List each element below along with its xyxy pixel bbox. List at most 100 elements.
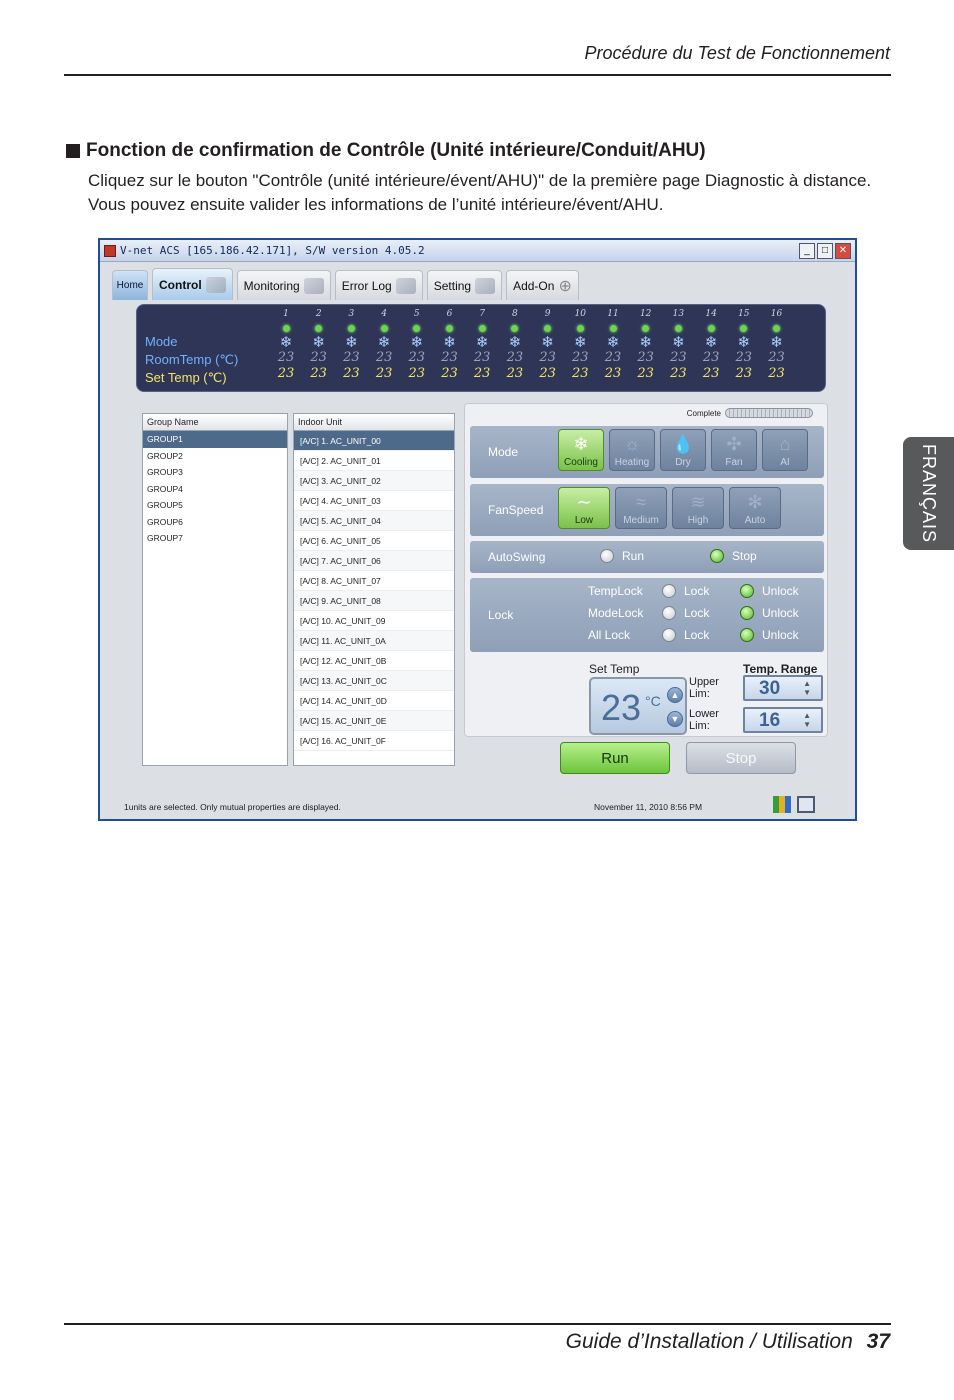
autoswing-run-radio[interactable]: [600, 549, 614, 563]
indoor-unit-item[interactable]: [A/C] 7. AC_UNIT_06: [294, 551, 454, 571]
tab-monitoring[interactable]: Monitoring: [236, 270, 331, 300]
lower-lim-spinner-icon[interactable]: ▲ ▼: [803, 711, 811, 729]
fanspeed-button-label: Low: [574, 515, 594, 526]
indoor-unit-item[interactable]: [A/C] 2. AC_UNIT_01: [294, 451, 454, 471]
indoor-unit-item[interactable]: [A/C] 9. AC_UNIT_08: [294, 591, 454, 611]
indoor-unit-item[interactable]: [A/C] 6. AC_UNIT_05: [294, 531, 454, 551]
indoor-unit-item[interactable]: [A/C] 16. AC_UNIT_0F: [294, 731, 454, 751]
lock-option[interactable]: Lock: [662, 628, 709, 642]
indoor-unit-item[interactable]: [A/C] 3. AC_UNIT_02: [294, 471, 454, 491]
lock-radio[interactable]: [662, 628, 676, 642]
minimize-button[interactable]: _: [799, 242, 815, 259]
unit-number: 13: [672, 309, 685, 319]
network-icon[interactable]: [797, 796, 815, 813]
indoor-unit-item[interactable]: [A/C] 14. AC_UNIT_0D: [294, 691, 454, 711]
grid-status-icon[interactable]: [773, 796, 791, 813]
indoor-unit-item[interactable]: [A/C] 12. AC_UNIT_0B: [294, 651, 454, 671]
mode-button-label: Fan: [725, 457, 743, 468]
language-tab: FRANÇAIS: [903, 437, 954, 550]
unit-number: 12: [639, 309, 652, 319]
unit-list-items: [A/C] 1. AC_UNIT_00 [A/C] 2. AC_UNIT_01 [A…: [294, 431, 454, 751]
tab-home[interactable]: Home: [112, 270, 148, 300]
tab-setting[interactable]: Setting: [426, 270, 503, 300]
running-head: Procédure du Test de Fonctionnement: [584, 43, 890, 63]
unit-room-temp: 23: [441, 350, 458, 365]
unit-status-led-icon: [740, 325, 748, 332]
group-list-item[interactable]: GROUP1: [143, 431, 287, 448]
indoor-unit-item[interactable]: [A/C] 1. AC_UNIT_00: [294, 431, 454, 451]
group-list-item[interactable]: GROUP6: [143, 514, 287, 531]
mode-button-cooling[interactable]: ❄ Cooling: [558, 429, 604, 471]
unlock-option[interactable]: Unlock: [740, 606, 799, 620]
unit-set-temp: 23: [375, 366, 393, 381]
autoswing-stop-option[interactable]: Stop: [710, 549, 757, 563]
error-log-tab-icon: [395, 277, 416, 294]
tab-add-on[interactable]: Add-On ⊕: [506, 270, 579, 300]
maximize-button[interactable]: □: [817, 242, 833, 259]
unlock-option[interactable]: Unlock: [740, 584, 799, 598]
monitoring-tab-icon: [303, 277, 324, 294]
section-title: Fonction de confirmation de Contrôle (Un…: [66, 140, 706, 162]
indoor-unit-item[interactable]: [A/C] 10. AC_UNIT_09: [294, 611, 454, 631]
app-window: V-net ACS [165.186.42.171], S/W version …: [98, 238, 857, 821]
unit-room-temp: 23: [572, 350, 589, 365]
unit-status-column: 15 ❄ 23 23: [729, 309, 759, 382]
fanspeed-button-low[interactable]: ∼ Low: [558, 487, 610, 529]
unit-status-column: 13 ❄ 23 23: [663, 309, 693, 382]
mode-cooling-icon: ❄: [573, 434, 589, 454]
indoor-unit-item[interactable]: [A/C] 13. AC_UNIT_0C: [294, 671, 454, 691]
indoor-unit-item[interactable]: [A/C] 11. AC_UNIT_0A: [294, 631, 454, 651]
lock-radio[interactable]: [662, 606, 676, 620]
autoswing-run-option[interactable]: Run: [600, 549, 644, 563]
unit-room-temp: 23: [277, 350, 295, 365]
group-list-item[interactable]: GROUP3: [143, 464, 287, 481]
indoor-unit-item[interactable]: [A/C] 4. AC_UNIT_03: [294, 491, 454, 511]
unit-room-temp: 23: [670, 350, 687, 365]
unlock-option[interactable]: Unlock: [740, 628, 799, 642]
title-bar: V-net ACS [165.186.42.171], S/W version …: [100, 240, 855, 262]
lock-option[interactable]: Lock: [662, 584, 709, 598]
lock-radio[interactable]: [662, 584, 676, 598]
indoor-unit-item[interactable]: [A/C] 15. AC_UNIT_0E: [294, 711, 454, 731]
fanspeed-low-icon: ∼: [576, 492, 592, 512]
autoswing-stop-radio[interactable]: [710, 549, 724, 563]
mode-button-dry[interactable]: 💧 Dry: [660, 429, 706, 471]
stop-button[interactable]: Stop: [686, 742, 796, 774]
unlock-radio[interactable]: [740, 606, 754, 620]
close-button[interactable]: ✕: [835, 242, 851, 259]
unit-list-header: Indoor Unit: [294, 414, 454, 431]
group-list-item[interactable]: GROUP7: [143, 530, 287, 547]
plus-circle-icon: ⊕: [558, 277, 572, 295]
fanspeed-button-auto[interactable]: ✻ Auto: [729, 487, 781, 529]
mode-button-label: Dry: [675, 457, 691, 468]
unit-set-temp: 23: [408, 366, 426, 381]
temp-down-button[interactable]: ▼: [667, 711, 683, 727]
fanspeed-button-label: Auto: [744, 515, 766, 526]
main-tabs: Home Control Monitoring Error Log Settin…: [112, 266, 579, 300]
temp-up-button[interactable]: ▲: [667, 687, 683, 703]
tab-control[interactable]: Control: [152, 268, 233, 300]
upper-lim-field[interactable]: 30 ▲ ▼: [743, 675, 823, 701]
unlock-radio[interactable]: [740, 628, 754, 642]
tab-error-log[interactable]: Error Log: [334, 270, 423, 300]
indoor-unit-item[interactable]: [A/C] 8. AC_UNIT_07: [294, 571, 454, 591]
fanspeed-button-medium[interactable]: ≈ Medium: [615, 487, 667, 529]
mode-button-heating[interactable]: ☼ Heating: [609, 429, 655, 471]
language-tab-label: FRANÇAIS: [919, 443, 939, 543]
lock-option[interactable]: Lock: [662, 606, 709, 620]
fanspeed-button-high[interactable]: ≋ High: [672, 487, 724, 529]
lower-lim-field[interactable]: 16 ▲ ▼: [743, 707, 823, 733]
mode-button-ai[interactable]: ⌂ AI: [762, 429, 808, 471]
group-list-item[interactable]: GROUP4: [143, 481, 287, 498]
upper-lim-spinner-icon[interactable]: ▲ ▼: [803, 679, 811, 697]
mode-button-fan[interactable]: ✣ Fan: [711, 429, 757, 471]
group-list-item[interactable]: GROUP5: [143, 497, 287, 514]
complete-progress-bar: [725, 408, 813, 418]
unit-status-led-icon: [609, 325, 617, 332]
unlock-radio[interactable]: [740, 584, 754, 598]
indoor-unit-item[interactable]: [A/C] 5. AC_UNIT_04: [294, 511, 454, 531]
run-button[interactable]: Run: [560, 742, 670, 774]
cooling-snowflake-icon: ❄: [574, 333, 587, 351]
unit-number: 10: [574, 309, 587, 319]
group-list-item[interactable]: GROUP2: [143, 448, 287, 465]
